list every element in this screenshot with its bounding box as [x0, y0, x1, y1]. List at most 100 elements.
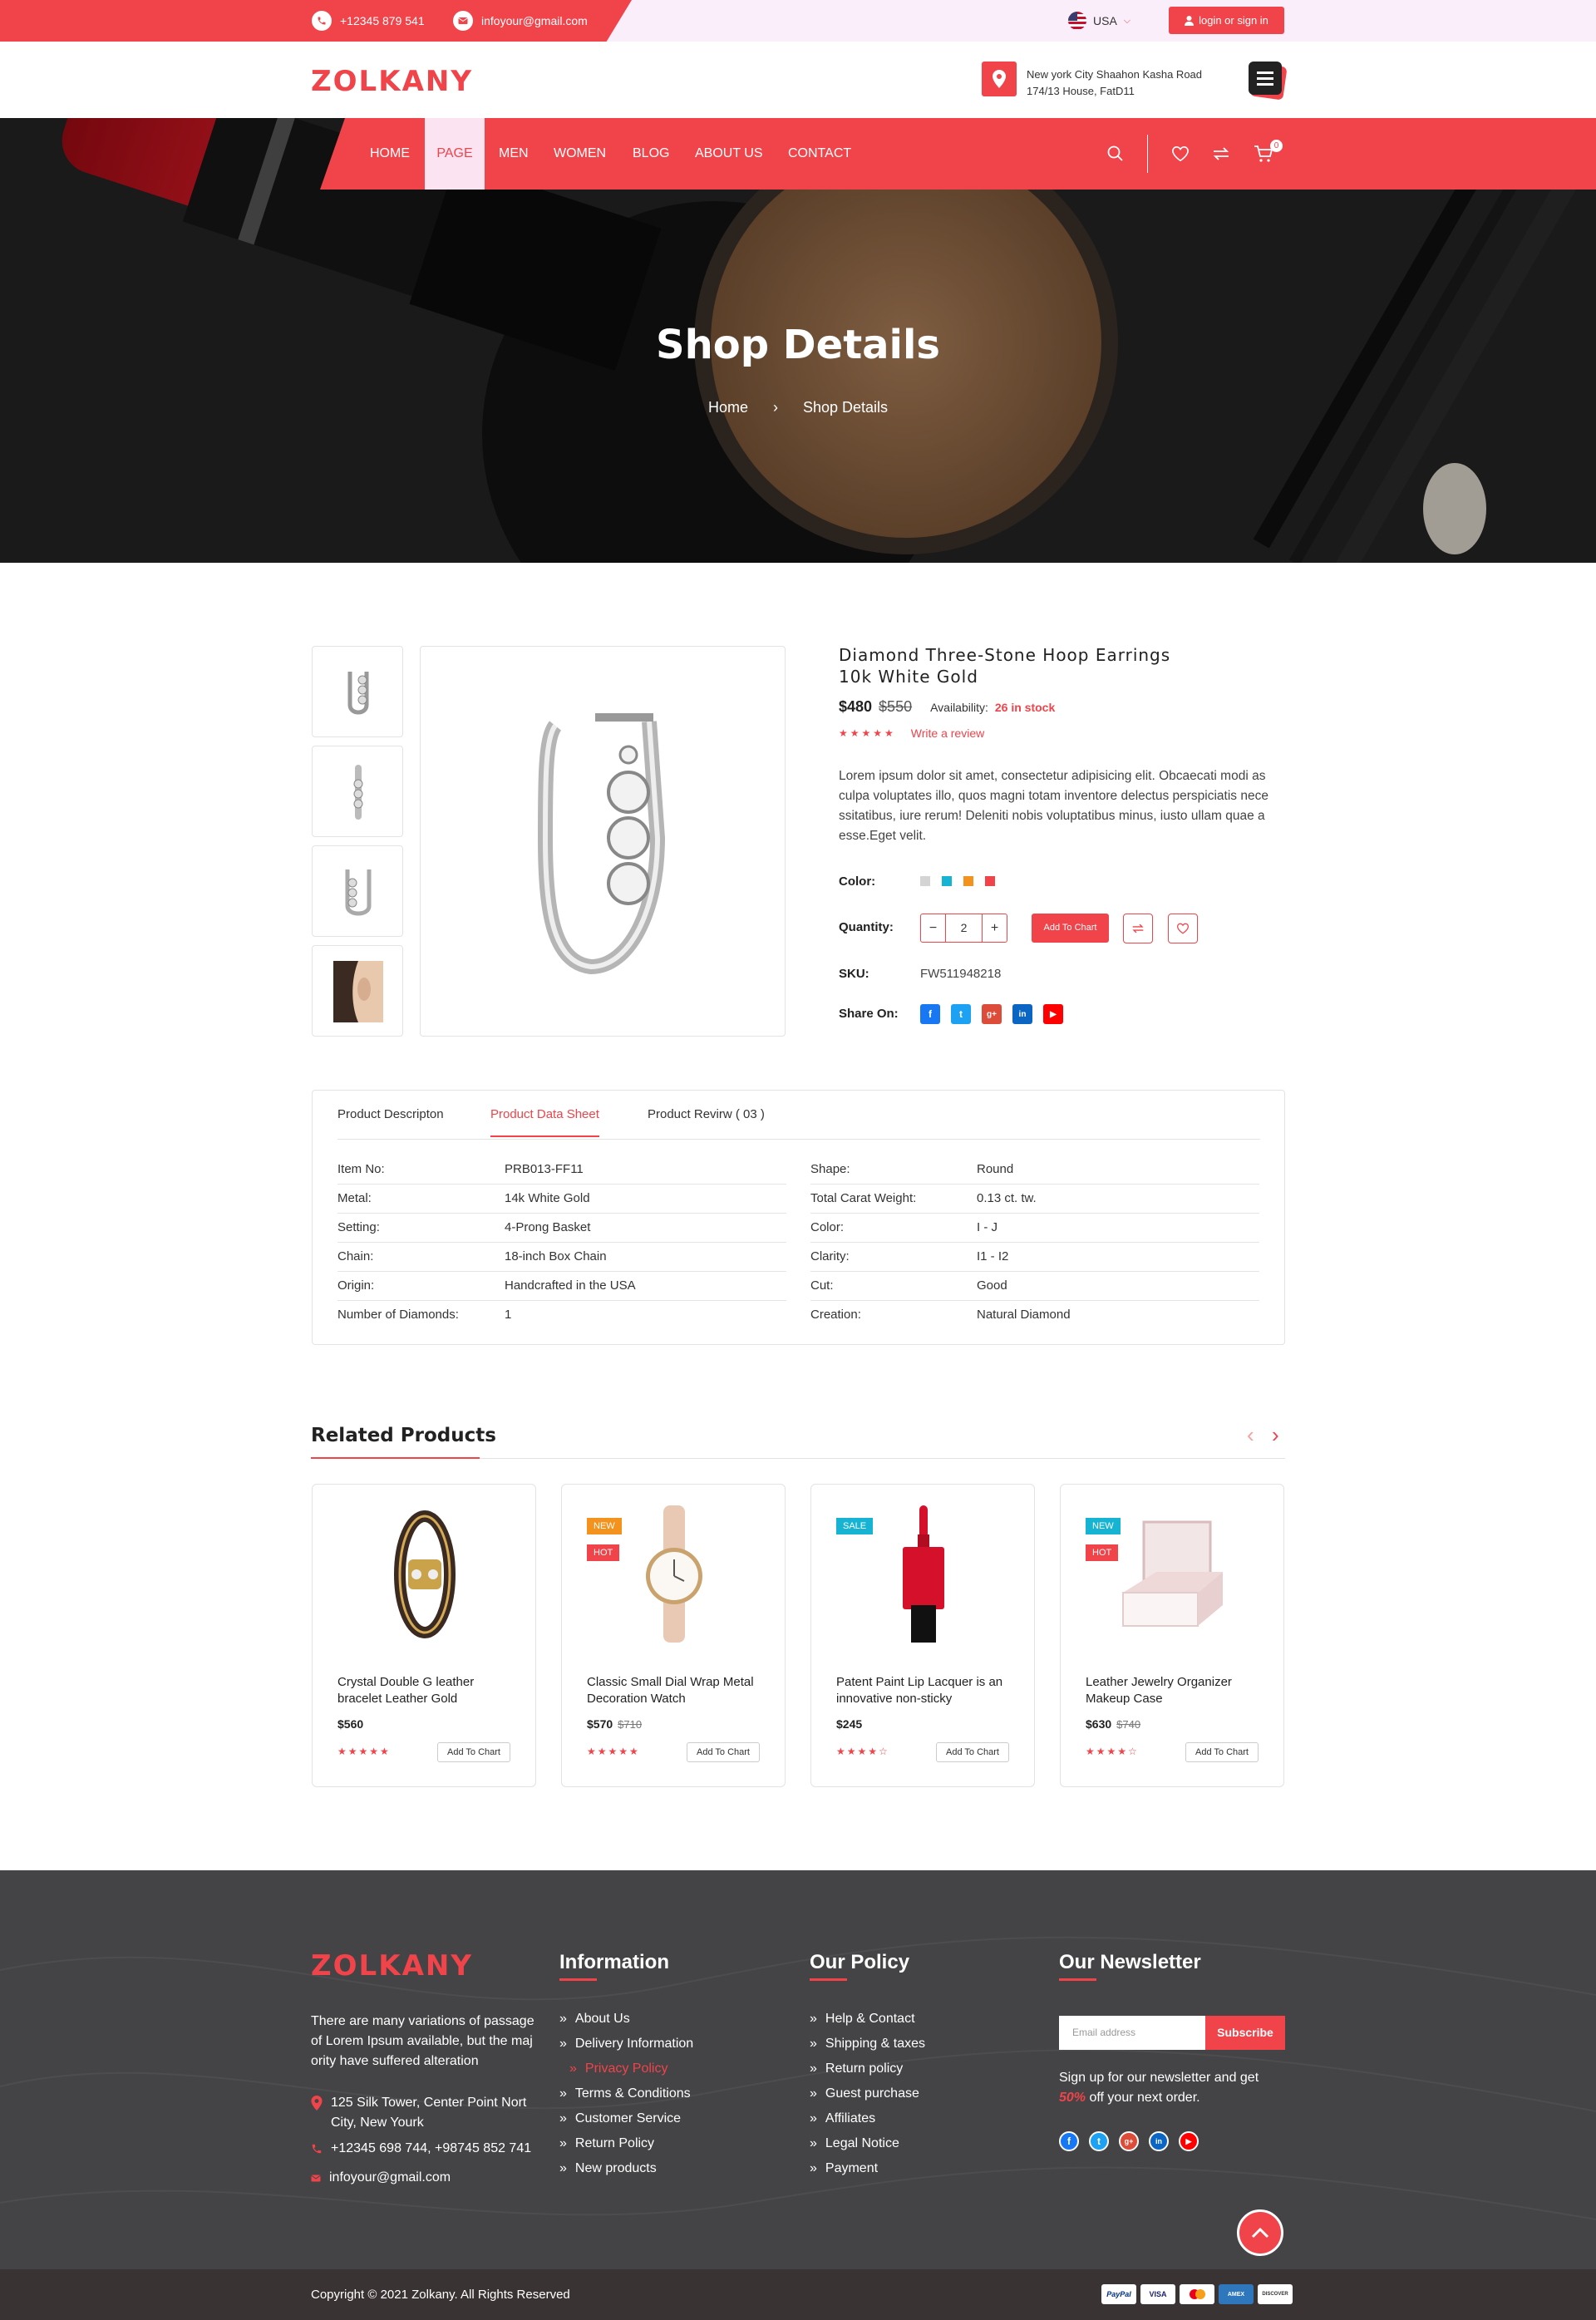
- search-icon[interactable]: [1107, 145, 1124, 162]
- footer-email[interactable]: infoyour@gmail.com: [311, 2170, 451, 2185]
- footer-link-label: Terms & Conditions: [574, 2086, 691, 2101]
- product-description: Lorem ipsum dolor sit amet, consectetur …: [839, 769, 1268, 843]
- spec-row: Total Carat Weight: 0.13 ct. tw.: [810, 1185, 1259, 1214]
- spec-value: 14k White Gold: [505, 1191, 590, 1205]
- site-header: ZOLKANY New york City Shaahon Kasha Road…: [0, 42, 1596, 118]
- product-card[interactable]: SALE Patent Paint Lip Lacquer is an inno…: [810, 1484, 1035, 1787]
- twitter-icon[interactable]: t: [951, 1004, 971, 1024]
- footer-link[interactable]: » Guest purchase: [810, 2086, 919, 2101]
- footer-link[interactable]: » Return Policy: [559, 2136, 654, 2151]
- footer-link[interactable]: » Customer Service: [559, 2111, 681, 2126]
- product-card-title[interactable]: Classic Small Dial Wrap Metal Decoration…: [587, 1674, 770, 1707]
- product-card-price-row: $630 $740: [1086, 1717, 1140, 1731]
- newsletter-text-line2: off your next order.: [1086, 2091, 1200, 2105]
- product-card-title[interactable]: Crystal Double G leather bracelet Leathe…: [337, 1674, 520, 1707]
- twitter-icon[interactable]: t: [1089, 2131, 1109, 2151]
- wishlist-button[interactable]: [1168, 914, 1198, 943]
- compare-button[interactable]: [1123, 914, 1153, 943]
- footer-link[interactable]: » About Us: [559, 2012, 630, 2027]
- nav-item-page[interactable]: PAGE: [425, 118, 485, 190]
- add-to-cart-button[interactable]: Add To Chart: [687, 1742, 760, 1762]
- color-swatch-grey[interactable]: [920, 876, 930, 886]
- nav-item-men[interactable]: MEN: [499, 118, 529, 190]
- footer-link[interactable]: » Delivery Information: [559, 2037, 693, 2052]
- product-main-image[interactable]: [420, 646, 786, 1037]
- product-card[interactable]: NEW HOT Classic Small Dial Wrap Metal De…: [561, 1484, 786, 1787]
- product-thumbnail-1[interactable]: [312, 646, 403, 737]
- spec-key: Total Carat Weight:: [810, 1191, 917, 1205]
- product-card[interactable]: Crystal Double G leather bracelet Leathe…: [312, 1484, 536, 1787]
- footer-link[interactable]: » Affiliates: [810, 2111, 875, 2126]
- footer-link[interactable]: » Help & Contact: [810, 2012, 915, 2027]
- spec-value: I1 - I2: [977, 1249, 1009, 1263]
- scroll-to-top-button[interactable]: [1237, 2209, 1283, 2256]
- chevron-left-icon[interactable]: ‹: [1247, 1422, 1254, 1448]
- nav-item-contact[interactable]: CONTACT: [788, 118, 851, 190]
- add-to-cart-button[interactable]: Add To Chart: [936, 1742, 1009, 1762]
- color-swatch-orange[interactable]: [963, 876, 973, 886]
- compare-icon[interactable]: [1212, 145, 1230, 162]
- login-button[interactable]: login or sign in: [1169, 7, 1284, 34]
- double-chevron-icon: »: [810, 2037, 817, 2051]
- google-plus-icon[interactable]: g+: [1119, 2131, 1139, 2151]
- footer-link[interactable]: » Payment: [810, 2161, 878, 2176]
- minus-icon[interactable]: −: [921, 914, 946, 942]
- plus-icon[interactable]: +: [982, 914, 1007, 942]
- add-to-cart-button[interactable]: Add To Chart: [437, 1742, 510, 1762]
- linkedin-icon[interactable]: in: [1149, 2131, 1169, 2151]
- product-old-price: $550: [879, 698, 913, 715]
- facebook-icon[interactable]: f: [920, 1004, 940, 1024]
- country-selector[interactable]: USA ⌵: [1068, 12, 1130, 30]
- google-plus-icon[interactable]: g+: [982, 1004, 1002, 1024]
- heart-icon[interactable]: [1171, 145, 1190, 162]
- top-email[interactable]: infoyour@gmail.com: [453, 11, 588, 31]
- product-thumbnail-4[interactable]: [312, 945, 403, 1037]
- product-title-line1: Diamond Three-Stone Hoop Earrings: [839, 645, 1171, 665]
- footer-logo[interactable]: ZOLKANY: [311, 1949, 473, 1983]
- footer-link[interactable]: » Legal Notice: [810, 2136, 899, 2151]
- spec-row: Origin: Handcrafted in the USA: [337, 1272, 786, 1301]
- write-review-link[interactable]: Write a review: [911, 727, 984, 740]
- footer-link[interactable]: » Privacy Policy: [569, 2061, 667, 2076]
- product-thumbnail-2[interactable]: [312, 746, 403, 837]
- footer-link[interactable]: » Shipping & taxes: [810, 2037, 925, 2052]
- nav-item-blog[interactable]: BLOG: [633, 118, 669, 190]
- site-logo[interactable]: ZOLKANY: [311, 65, 473, 98]
- tab-description[interactable]: Product Descripton: [337, 1107, 444, 1121]
- double-chevron-icon: »: [559, 2012, 567, 2026]
- subscribe-button[interactable]: Subscribe: [1205, 2016, 1285, 2050]
- chevron-right-icon[interactable]: ›: [1272, 1422, 1279, 1448]
- footer-email-text: infoyour@gmail.com: [329, 2170, 451, 2185]
- tab-review[interactable]: Product Revirw ( 03 ): [648, 1107, 765, 1121]
- product-card-title[interactable]: Leather Jewelry Organizer Makeup Case: [1086, 1674, 1268, 1707]
- double-chevron-icon: »: [810, 2012, 817, 2026]
- nav-item-about[interactable]: ABOUT US: [695, 118, 763, 190]
- spec-row: Chain: 18-inch Box Chain: [337, 1243, 786, 1272]
- menu-button[interactable]: [1249, 62, 1288, 101]
- youtube-icon[interactable]: ▶: [1043, 1004, 1063, 1024]
- nav-item-home[interactable]: HOME: [370, 118, 410, 190]
- footer-link[interactable]: » Return policy: [810, 2061, 903, 2076]
- top-phone[interactable]: +12345 879 541: [312, 11, 425, 31]
- tab-data-sheet[interactable]: Product Data Sheet: [490, 1107, 599, 1137]
- color-swatch-red[interactable]: [985, 876, 995, 886]
- add-to-cart-button[interactable]: Add To Chart: [1032, 914, 1109, 943]
- newsletter-heading: Our Newsletter: [1059, 1951, 1201, 1981]
- product-card-title[interactable]: Patent Paint Lip Lacquer is an innovativ…: [836, 1674, 1019, 1707]
- add-to-cart-button[interactable]: Add To Chart: [1185, 1742, 1259, 1762]
- spec-value: 0.13 ct. tw.: [977, 1191, 1037, 1205]
- linkedin-icon[interactable]: in: [1012, 1004, 1032, 1024]
- newsletter-email-input[interactable]: Email address: [1059, 2016, 1205, 2050]
- youtube-icon[interactable]: ▶: [1179, 2131, 1199, 2151]
- quantity-input[interactable]: 2: [946, 914, 982, 942]
- facebook-icon[interactable]: f: [1059, 2131, 1079, 2151]
- product-card[interactable]: NEW HOT Leather Jewelry Organizer Makeup…: [1060, 1484, 1284, 1787]
- amex-icon: AMEX: [1219, 2284, 1254, 2304]
- footer-link[interactable]: » New products: [559, 2161, 657, 2176]
- breadcrumb-home[interactable]: Home: [708, 399, 748, 416]
- color-swatch-cyan[interactable]: [942, 876, 952, 886]
- product-thumbnail-3[interactable]: [312, 845, 403, 937]
- footer-link[interactable]: » Terms & Conditions: [559, 2086, 691, 2101]
- nav-item-women[interactable]: WOMEN: [554, 118, 606, 190]
- spec-row: Item No: PRB013-FF11: [337, 1155, 786, 1185]
